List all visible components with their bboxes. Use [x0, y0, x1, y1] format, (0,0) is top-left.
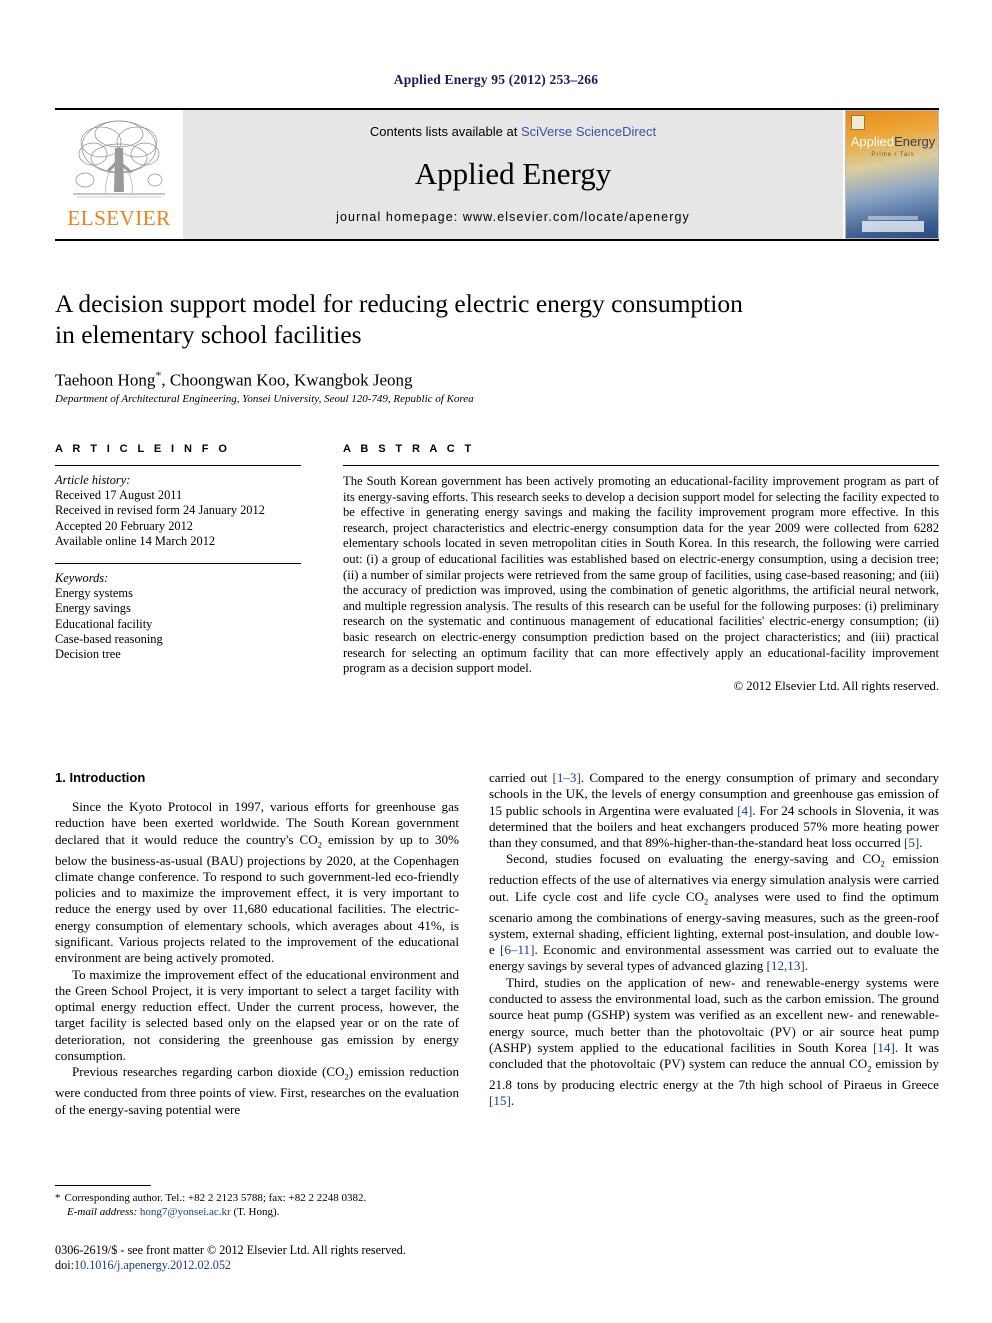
- journal-homepage[interactable]: journal homepage: www.elsevier.com/locat…: [183, 210, 843, 224]
- corresponding-author-note: * Corresponding author. Tel.: +82 2 2123 …: [55, 1192, 459, 1206]
- email-suffix: (T. Hong).: [233, 1205, 280, 1218]
- footnote-marker: *: [55, 1192, 61, 1204]
- banner-bottom-rule: [55, 239, 939, 241]
- journal-cover-thumbnail: AppliedEnergy Prime / Tals: [845, 110, 939, 239]
- abstract-text: The South Korean government has been act…: [343, 474, 939, 676]
- paragraph: Previous researches regarding carbon dio…: [55, 1064, 459, 1117]
- banner-center: Contents lists available at SciVerse Sci…: [183, 110, 843, 239]
- doi-label: doi:: [55, 1258, 74, 1272]
- imprint-block: 0306-2619/$ - see front matter © 2012 El…: [55, 1243, 575, 1273]
- keywords-rule: [55, 563, 301, 565]
- cover-footer-bar-top: [868, 216, 918, 220]
- cover-title-first: Applied: [850, 134, 895, 149]
- body-column-left: 1. Introduction Since the Kyoto Protocol…: [55, 770, 459, 1118]
- article-history-label: Article history:: [55, 473, 131, 487]
- elsevier-logo: ELSEVIER: [55, 110, 183, 239]
- article-history-block: Article history: Received 17 August 2011…: [55, 473, 301, 549]
- abstract-rule: [343, 465, 939, 466]
- affiliation: Department of Architectural Engineering,…: [55, 393, 474, 405]
- journal-title: Applied Energy: [414, 156, 612, 191]
- cover-footer-bar: [862, 221, 924, 232]
- keywords-block: Keywords: Energy systems Energy savings …: [55, 571, 301, 662]
- paper-page: Applied Energy 95 (2012) 253–266 ELSEVIE…: [0, 0, 992, 1323]
- author-first: Taehoon Hong: [55, 370, 156, 390]
- section-heading-introduction: 1. Introduction: [55, 770, 146, 785]
- article-info-rule: [55, 465, 301, 466]
- keyword-item: Energy savings: [55, 601, 131, 616]
- abstract-heading: A B S T R A C T: [343, 443, 475, 455]
- abstract-copyright: © 2012 Elsevier Ltd. All rights reserved…: [733, 678, 939, 693]
- footnote-rule: [55, 1185, 151, 1186]
- paragraph: To maximize the improvement effect of th…: [55, 966, 459, 1064]
- cover-title-second: Energy: [894, 134, 936, 149]
- keyword-item: Case-based reasoning: [55, 631, 163, 646]
- journal-banner: ELSEVIER Contents lists available at Sci…: [55, 108, 939, 241]
- keyword-item: Educational facility: [55, 616, 153, 631]
- doi-link[interactable]: 10.1016/j.apenergy.2012.02.052: [74, 1258, 231, 1272]
- history-item: Available online 14 March 2012: [55, 533, 216, 548]
- paragraph: Since the Kyoto Protocol in 1997, variou…: [55, 799, 459, 966]
- elsevier-tree-icon: [73, 120, 165, 198]
- keyword-item: Energy systems: [55, 586, 133, 601]
- banner-inner: ELSEVIER Contents lists available at Sci…: [55, 110, 939, 239]
- cover-elsevier-mark-icon: [851, 115, 865, 130]
- sciencedirect-link[interactable]: SciVerse ScienceDirect: [521, 124, 656, 139]
- page-title: A decision support model for reducing el…: [55, 288, 845, 350]
- history-item: Received 17 August 2011: [55, 488, 183, 503]
- paragraph: carried out [1–3]. Compared to the energ…: [489, 770, 939, 851]
- article-info-column: A R T I C L E I N F O Article history: R…: [55, 443, 301, 662]
- email-link[interactable]: hong7@yonsei.ac.kr: [140, 1206, 231, 1218]
- contents-prefix: Contents lists available at: [369, 124, 521, 139]
- contents-available-line: Contents lists available at SciVerse Sci…: [183, 124, 843, 139]
- paragraph: Second, studies focused on evaluating th…: [489, 851, 940, 974]
- abstract-column: A B S T R A C T The South Korean governm…: [343, 443, 939, 694]
- email-note: E-mail address: hong7@yonsei.ac.kr (T. H…: [55, 1206, 459, 1220]
- cover-title: AppliedEnergy: [846, 134, 938, 149]
- paragraph: Third, studies on the application of new…: [489, 974, 940, 1109]
- footnote-block: * Corresponding author. Tel.: +82 2 2123 …: [55, 1192, 459, 1219]
- keyword-item: Decision tree: [55, 647, 121, 662]
- history-item: Received in revised form 24 January 2012: [55, 503, 265, 518]
- author-list: Taehoon Hong*, Choongwan Koo, Kwangbok J…: [55, 368, 845, 391]
- email-label: E-mail address:: [67, 1205, 138, 1218]
- running-head: Applied Energy 95 (2012) 253–266: [393, 72, 599, 87]
- cover-subtitle: Prime / Tals: [871, 152, 915, 158]
- article-info-heading: A R T I C L E I N F O: [55, 443, 231, 455]
- keywords-label: Keywords:: [55, 571, 109, 586]
- elsevier-wordmark: ELSEVIER: [67, 206, 171, 230]
- history-item: Accepted 20 February 2012: [55, 518, 193, 533]
- body-column-right: carried out [1–3]. Compared to the energ…: [489, 770, 939, 1110]
- doi-line: doi:10.1016/j.apenergy.2012.02.052: [55, 1258, 575, 1273]
- title-line-2: in elementary school facilities: [55, 320, 362, 349]
- issn-line: 0306-2619/$ - see front matter © 2012 El…: [55, 1243, 406, 1257]
- author-rest: , Choongwan Koo, Kwangbok Jeong: [161, 370, 413, 390]
- title-line-1: A decision support model for reducing el…: [55, 289, 743, 318]
- corresponding-author-text: Corresponding author. Tel.: +82 2 2123 5…: [64, 1192, 367, 1204]
